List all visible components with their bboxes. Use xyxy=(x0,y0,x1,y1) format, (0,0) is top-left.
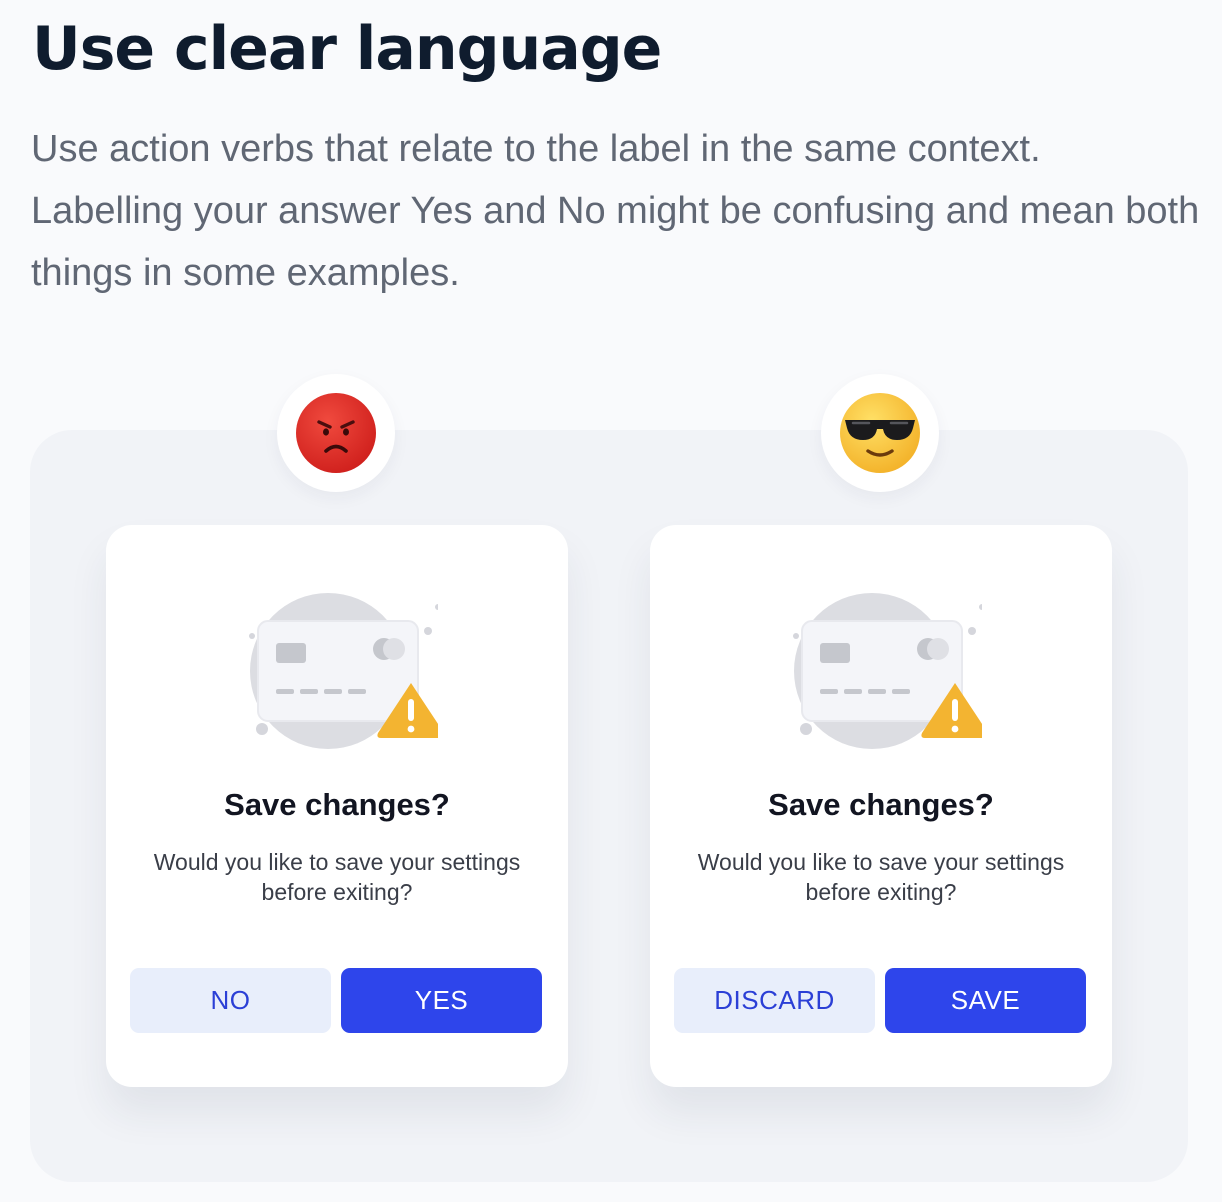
angry-face-icon xyxy=(296,393,376,473)
no-button[interactable]: NO xyxy=(130,968,331,1033)
dialog-card-good: Save changes? Would you like to save you… xyxy=(650,525,1112,1087)
yes-button[interactable]: YES xyxy=(341,968,542,1033)
page-title: Use clear language xyxy=(32,14,662,84)
good-example-badge xyxy=(821,374,939,492)
save-button[interactable]: SAVE xyxy=(885,968,1086,1033)
bad-example-badge xyxy=(277,374,395,492)
card-warning-illustration xyxy=(793,593,982,749)
discard-button[interactable]: DISCARD xyxy=(674,968,875,1033)
dialog-message: Would you like to save your settings bef… xyxy=(153,849,521,905)
page-description: Use action verbs that relate to the labe… xyxy=(31,128,1200,294)
dialog-card-bad: Save changes? Would you like to save you… xyxy=(106,525,568,1087)
dialog-title: Save changes? xyxy=(768,787,994,822)
dialog-message: Would you like to save your settings bef… xyxy=(697,849,1065,905)
sunglasses-face-icon xyxy=(840,393,920,473)
card-warning-illustration xyxy=(249,593,438,749)
dialog-title: Save changes? xyxy=(224,787,450,822)
